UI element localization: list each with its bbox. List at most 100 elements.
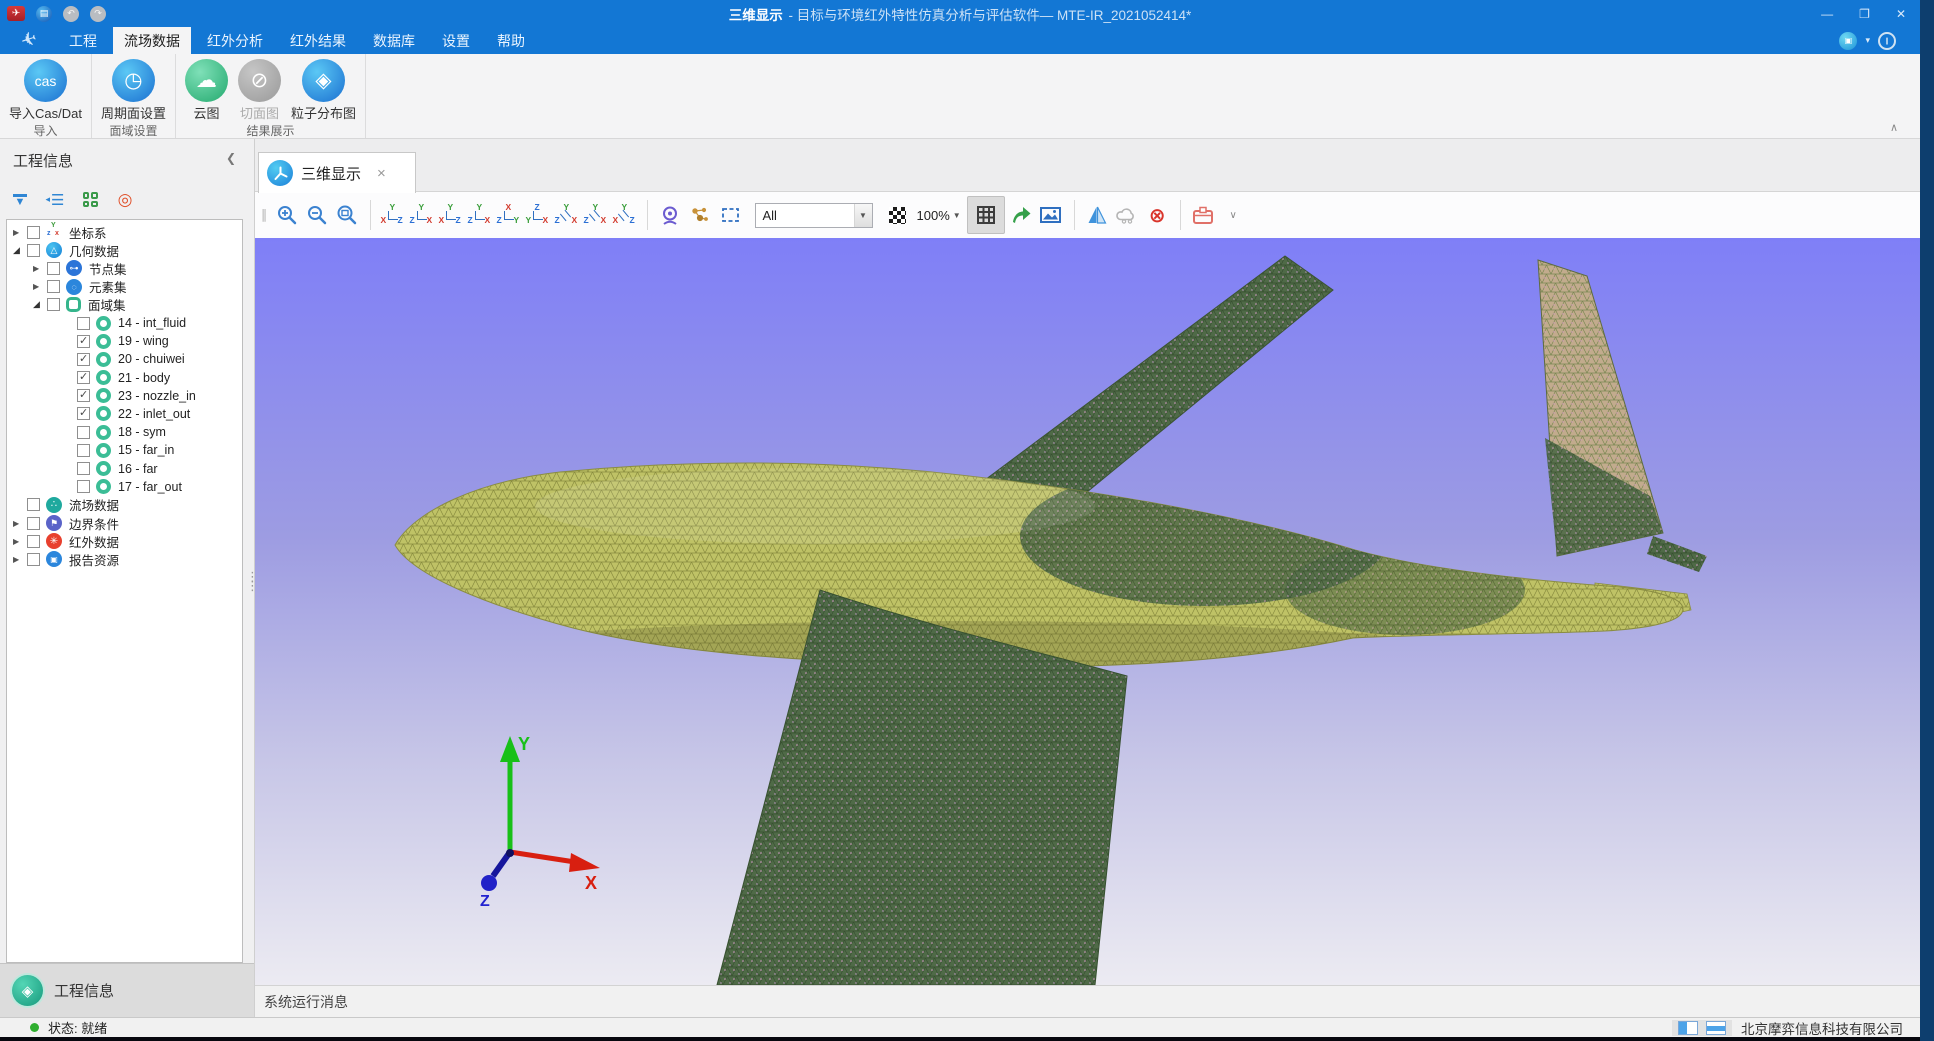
panel-footer-tab[interactable]: ◈ 工程信息 — [0, 963, 254, 1017]
render-export-icon[interactable] — [1190, 201, 1217, 229]
tree-item[interactable]: ◢△几何数据 — [7, 241, 242, 259]
visibility-checkbox[interactable] — [77, 407, 90, 420]
toolbar-drag-handle[interactable]: ∥ — [261, 207, 267, 223]
tree-item[interactable]: 14 - int_fluid — [7, 314, 242, 332]
menu-item-5[interactable]: 设置 — [431, 27, 481, 54]
view-top-icon[interactable]: XZY — [496, 203, 522, 227]
visibility-checkbox[interactable] — [27, 226, 40, 239]
view-left-icon[interactable]: YXZ — [438, 203, 464, 227]
view-right-icon[interactable]: YZX — [467, 203, 493, 227]
menu-item-6[interactable]: 帮助 — [486, 27, 536, 54]
expander-icon[interactable]: ▶ — [13, 228, 27, 237]
tab-close-icon[interactable]: × — [377, 165, 386, 182]
display-filter-select[interactable]: All▼ — [755, 203, 873, 228]
redo-icon[interactable]: ↷ — [90, 6, 106, 22]
view-iso-side-icon[interactable]: YXZ — [612, 203, 638, 227]
layout-split-vertical-icon[interactable] — [1678, 1021, 1698, 1035]
visibility-checkbox[interactable] — [77, 353, 90, 366]
visibility-checkbox[interactable] — [47, 262, 60, 275]
skin-dropdown-icon[interactable]: ▾ — [1865, 35, 1870, 46]
tree-item[interactable]: ◢面域集 — [7, 296, 242, 314]
tree-item[interactable]: 23 - nozzle_in — [7, 387, 242, 405]
period-face-button[interactable]: ◷周期面设置 — [96, 54, 171, 122]
tree-item[interactable]: ▶▣报告资源 — [7, 550, 242, 568]
tree-item[interactable]: ▶✳红外数据 — [7, 532, 242, 550]
tree-item[interactable]: 21 - body — [7, 369, 242, 387]
visibility-checkbox[interactable] — [77, 480, 90, 493]
about-button[interactable]: ∥ — [1878, 32, 1896, 50]
menu-item-2[interactable]: 红外分析 — [196, 27, 274, 54]
expander-icon[interactable]: ▶ — [33, 282, 47, 291]
tree-item[interactable]: 22 - inlet_out — [7, 405, 242, 423]
mirror-icon[interactable] — [1084, 201, 1111, 229]
visibility-checkbox[interactable] — [27, 535, 40, 548]
visibility-checkbox[interactable] — [27, 517, 40, 530]
combo-arrow-icon[interactable]: ▼ — [854, 204, 872, 227]
transparency-icon[interactable] — [884, 201, 911, 229]
view-bottom-icon[interactable]: ZYX — [525, 203, 551, 227]
visibility-checkbox[interactable] — [47, 280, 60, 293]
visibility-checkbox[interactable] — [47, 298, 60, 311]
app-menu-button[interactable]: ✈ — [7, 6, 25, 21]
close-button[interactable]: ✕ — [1896, 7, 1906, 21]
clear-icon[interactable]: ⊗ — [1144, 201, 1171, 229]
render-export-dropdown-icon[interactable]: ∨ — [1220, 201, 1247, 229]
visibility-checkbox[interactable] — [77, 371, 90, 384]
expander-icon[interactable]: ▶ — [13, 555, 27, 564]
visibility-checkbox[interactable] — [77, 389, 90, 402]
tree-item[interactable]: ▶⚑边界条件 — [7, 514, 242, 532]
undo-icon[interactable]: ↶ — [63, 6, 79, 22]
expander-icon[interactable]: ▶ — [33, 264, 47, 273]
export-view-icon[interactable] — [1008, 201, 1035, 229]
view-front-icon[interactable]: YXZ — [380, 203, 406, 227]
visibility-checkbox[interactable] — [77, 335, 90, 348]
view-back-icon[interactable]: YZX — [409, 203, 435, 227]
particle-trace-icon[interactable] — [687, 201, 714, 229]
panel-collapse-icon[interactable]: ❮ — [226, 151, 236, 165]
tree-item[interactable]: 17 - far_out — [7, 478, 242, 496]
grid-view-icon[interactable] — [80, 190, 100, 210]
skin-button[interactable]: ▣ — [1839, 32, 1857, 50]
expander-icon[interactable]: ▶ — [13, 519, 27, 528]
menu-item-3[interactable]: 红外结果 — [279, 27, 357, 54]
zoom-level-dropdown[interactable]: 100%▼ — [917, 208, 961, 223]
tab-3d-view[interactable]: 三维显示 × — [258, 152, 416, 193]
tree-item[interactable]: 19 - wing — [7, 332, 242, 350]
collapse-list-icon[interactable]: ◂☰ — [45, 190, 65, 210]
mesh-display-icon[interactable] — [967, 196, 1005, 234]
zoom-dropdown-icon[interactable]: ▼ — [953, 211, 961, 220]
menu-item-0[interactable]: 工程 — [58, 27, 108, 54]
visibility-checkbox[interactable] — [27, 244, 40, 257]
tree-item[interactable]: 20 - chuiwei — [7, 350, 242, 368]
expander-icon[interactable]: ◢ — [13, 245, 27, 256]
visibility-checkbox[interactable] — [77, 462, 90, 475]
snapshot-icon[interactable] — [1038, 201, 1065, 229]
visibility-checkbox[interactable] — [77, 426, 90, 439]
cas-button[interactable]: cas导入Cas/Dat — [4, 54, 87, 122]
contour-cloud-button[interactable]: ☁云图 — [180, 54, 233, 122]
tree-item[interactable]: 18 - sym — [7, 423, 242, 441]
target-icon[interactable]: ◎ — [115, 190, 135, 210]
visibility-checkbox[interactable] — [77, 444, 90, 457]
layout-split-horizontal-icon[interactable] — [1706, 1021, 1726, 1035]
restore-button[interactable]: ❐ — [1859, 7, 1870, 21]
zoom-in-icon[interactable] — [274, 201, 301, 229]
minimize-button[interactable]: — — [1821, 7, 1833, 21]
menu-item-1[interactable]: 流场数据 — [113, 27, 191, 54]
cloud-display-icon[interactable] — [1114, 201, 1141, 229]
tree-item[interactable]: ▶Yzx坐标系 — [7, 223, 242, 241]
ribbon-collapse-icon[interactable]: ∧ — [1890, 121, 1898, 134]
tree-item[interactable]: ▶⊶节点集 — [7, 259, 242, 277]
tree-item[interactable]: 15 - far_in — [7, 441, 242, 459]
tree-item[interactable]: ∴流场数据 — [7, 496, 242, 514]
visibility-checkbox[interactable] — [27, 498, 40, 511]
expander-icon[interactable]: ◢ — [33, 299, 47, 310]
zoom-out-icon[interactable] — [304, 201, 331, 229]
filter-icon[interactable]: ▼ — [10, 190, 30, 210]
viewport-3d[interactable]: Y X Z — [255, 238, 1920, 985]
probe-icon[interactable] — [657, 201, 684, 229]
view-iso-front-icon[interactable]: YZX — [583, 203, 609, 227]
tree-item[interactable]: 16 - far — [7, 459, 242, 477]
menu-item-4[interactable]: 数据库 — [362, 27, 426, 54]
visibility-checkbox[interactable] — [27, 553, 40, 566]
